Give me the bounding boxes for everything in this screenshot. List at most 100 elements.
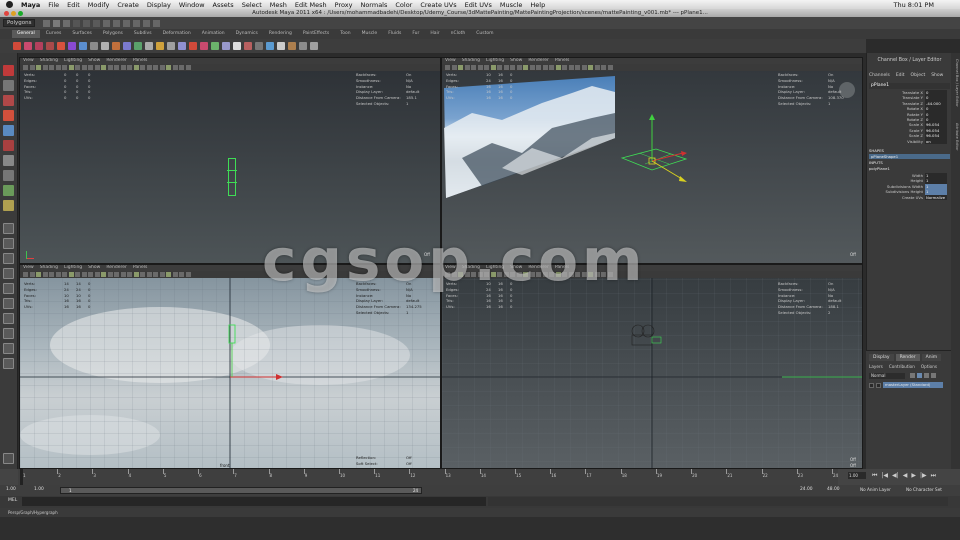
select-object-icon[interactable] (83, 19, 91, 27)
viewport-tool-icon[interactable] (55, 65, 61, 70)
viewport-tool-icon[interactable] (114, 65, 119, 70)
shelf-tab-painteffects[interactable]: PaintEffects (298, 30, 334, 38)
viewport-tool-icon[interactable] (107, 272, 113, 277)
paint-select-tool-icon[interactable] (3, 95, 14, 106)
viewport-tool-icon[interactable] (185, 65, 191, 70)
graph-layout-icon[interactable] (3, 298, 14, 309)
viewport-tool-icon[interactable] (146, 272, 152, 277)
viewport-tool-icon[interactable] (562, 65, 567, 70)
viewport-tool-icon[interactable] (445, 65, 450, 70)
rotate-tool-icon[interactable] (3, 125, 14, 136)
shelf-tool-icon[interactable] (134, 42, 142, 50)
shelf-tab-toon[interactable]: Toon (335, 30, 355, 38)
viewport-tool-icon[interactable] (75, 65, 80, 70)
shelf-tool-icon[interactable] (266, 42, 274, 50)
playback-end-field[interactable]: 24.00 (800, 487, 813, 492)
shelf-tool-icon[interactable] (167, 42, 175, 50)
menu-create-uvs[interactable]: Create UVs (420, 1, 456, 9)
shelf-tab-surfaces[interactable]: Surfaces (67, 30, 97, 38)
viewport-tool-icon[interactable] (81, 272, 87, 277)
viewport-tool-icon[interactable] (101, 272, 106, 277)
viewport-tool-icon[interactable] (166, 272, 171, 277)
range-slider-bar[interactable]: 1 24 (60, 486, 422, 494)
menu-muscle[interactable]: Muscle (500, 1, 523, 9)
manipulator-tool-icon[interactable] (3, 155, 14, 166)
viewport-menu-panels[interactable]: Panels (555, 58, 569, 63)
render-icon[interactable] (133, 19, 141, 27)
shelf-tool-icon[interactable] (35, 42, 43, 50)
shelf-tab-custom[interactable]: Custom (471, 30, 498, 38)
layer-menu-layers[interactable]: Layers (869, 364, 883, 369)
viewport-menu-panels[interactable]: Panels (133, 265, 147, 270)
move-manipulator-z[interactable] (651, 160, 683, 180)
viewport-tool-icon[interactable] (179, 272, 184, 277)
viewport-tool-icon[interactable] (101, 65, 106, 70)
menu-modify[interactable]: Modify (88, 1, 110, 9)
shelf-tool-icon[interactable] (57, 42, 65, 50)
sculpt-tool-icon[interactable] (3, 185, 14, 196)
viewport-tool-icon[interactable] (75, 272, 80, 277)
shelf-tool-icon[interactable] (189, 42, 197, 50)
viewport-tool-icon[interactable] (464, 65, 470, 70)
shelf-tool-icon[interactable] (112, 42, 120, 50)
channel-box-menu-object[interactable]: Object (911, 73, 926, 78)
layer-tab-display[interactable]: Display (869, 354, 894, 361)
shelf-tab-polygons[interactable]: Polygons (98, 30, 128, 38)
shelf-tab-fluids[interactable]: Fluids (383, 30, 406, 38)
soft-mod-tool-icon[interactable] (3, 170, 14, 181)
shelf-tab-general[interactable]: General (12, 30, 40, 38)
menu-window[interactable]: Window (179, 1, 205, 9)
viewport-tool-icon[interactable] (140, 272, 145, 277)
shelf-tab-animation[interactable]: Animation (197, 30, 230, 38)
viewport-tool-icon[interactable] (581, 65, 587, 70)
viewport-tool-icon[interactable] (133, 65, 139, 70)
viewport-tool-icon[interactable] (29, 272, 35, 277)
viewport-tool-icon[interactable] (594, 65, 600, 70)
shelf-tool-icon[interactable] (156, 42, 164, 50)
viewport-tool-icon[interactable] (49, 272, 54, 277)
shelf-tool-icon[interactable] (211, 42, 219, 50)
current-time-indicator[interactable] (20, 469, 23, 485)
viewport-tool-icon[interactable] (568, 65, 574, 70)
open-scene-icon[interactable] (53, 19, 61, 27)
viewport-tool-icon[interactable] (94, 272, 100, 277)
layer-render-toggle[interactable] (876, 382, 881, 388)
viewport-tool-icon[interactable] (68, 272, 74, 277)
shelf-tab-muscle[interactable]: Muscle (357, 30, 383, 38)
shelf-tool-icon[interactable] (233, 42, 241, 50)
viewport-tool-icon[interactable] (146, 65, 152, 70)
menu-file[interactable]: File (48, 1, 59, 9)
viewport-tool-icon[interactable] (94, 65, 100, 70)
viewport-menu-shading[interactable]: Shading (40, 58, 58, 63)
viewport-menu-panels[interactable]: Panels (133, 58, 147, 63)
channel-attr-value[interactable]: on (925, 138, 947, 144)
layer-row[interactable]: masterLayer (Standard) (869, 382, 949, 388)
viewport-tool-icon[interactable] (601, 65, 606, 70)
menu-edit-uvs[interactable]: Edit UVs (465, 1, 492, 9)
viewport-menu-shading[interactable]: Shading (462, 58, 480, 63)
script-layout-icon[interactable] (3, 343, 14, 354)
step-back-icon[interactable]: ◀| (892, 472, 899, 480)
outliner-layout-icon[interactable] (3, 283, 14, 294)
channel-box-menu-show[interactable]: Show (931, 73, 943, 78)
viewport-tool-icon[interactable] (107, 65, 113, 70)
viewport-tool-icon[interactable] (127, 65, 132, 70)
side-tab-channelbox[interactable]: Channel Box / Layer Editor (952, 59, 959, 107)
viewport-tool-icon[interactable] (36, 65, 41, 70)
shelf-tool-icon[interactable] (13, 42, 21, 50)
side-tab-attribute-editor[interactable]: Attribute Editor (952, 123, 959, 151)
shelf-tool-icon[interactable] (244, 42, 252, 50)
select-tool-icon[interactable] (3, 65, 14, 76)
two-pane-layout-icon[interactable] (3, 253, 14, 264)
layer-tab-render[interactable]: Render (895, 354, 920, 361)
viewport-menu-renderer[interactable]: Renderer (528, 58, 549, 63)
shelf-tab-hair[interactable]: Hair (425, 30, 444, 38)
viewport-menu-renderer[interactable]: Renderer (106, 265, 127, 270)
snap-grid-icon[interactable] (103, 19, 111, 27)
viewport-bottom-left[interactable]: View Shading Lighting Show Renderer Panels Ve… (19, 264, 441, 469)
blend-mode-dropdown[interactable]: Normal (869, 373, 905, 379)
viewport-tool-icon[interactable] (172, 65, 178, 70)
viewport-menu-show[interactable]: Show (88, 265, 100, 270)
close-window-button[interactable] (4, 10, 9, 16)
zoom-window-button[interactable] (18, 10, 23, 16)
